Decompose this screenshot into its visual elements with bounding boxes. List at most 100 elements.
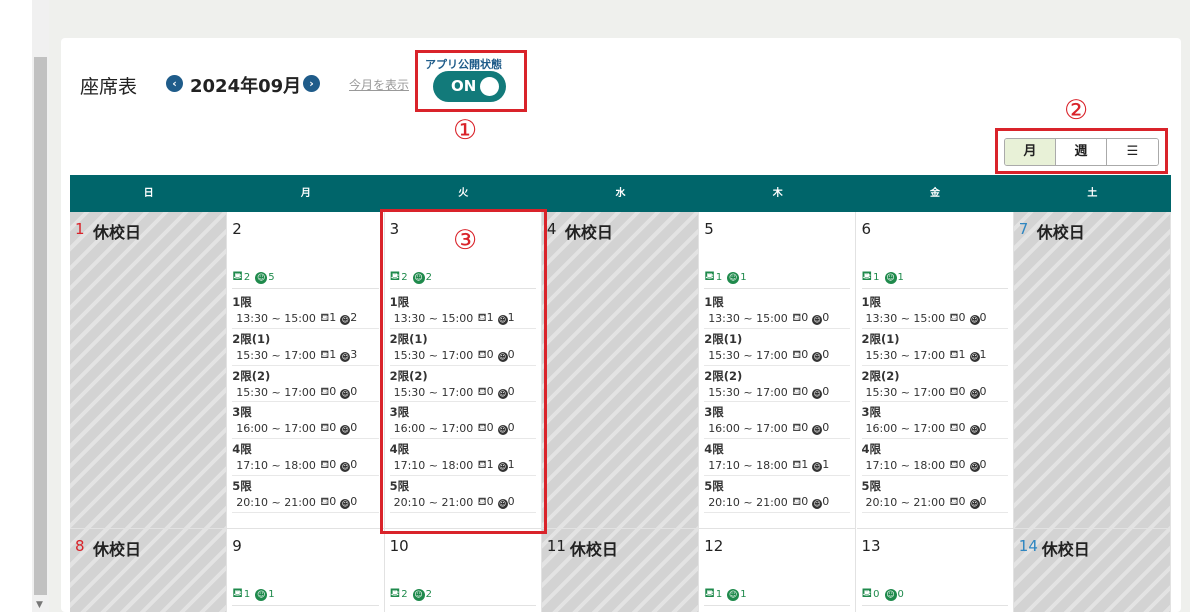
period-row[interactable]: 4限 17:10 ~ 18:00 ⛾1 ☺1 — [704, 439, 851, 476]
day-number: 13 — [861, 537, 881, 555]
period-time: 17:10 ~ 18:00 — [865, 459, 946, 473]
period-row[interactable]: 3限 16:00 ~ 17:00 ⛾0 ☺0 — [704, 402, 851, 440]
seat-count: 1 — [715, 272, 723, 283]
period-row[interactable]: 4限 17:10 ~ 18:00 ⛾0 ☺0 — [861, 439, 1008, 476]
period-time: 15:30 ~ 17:00 — [865, 385, 946, 399]
student-icon: ☺ — [969, 388, 980, 399]
period-student-count: 0 — [979, 421, 987, 435]
view-month-button[interactable]: 月 — [1005, 139, 1056, 165]
period-time: 20:10 ~ 21:00 — [236, 495, 316, 509]
period-row[interactable]: 2限(1) 15:30 ~ 17:00 ⛾1 ☺3 — [232, 329, 379, 366]
calendar-cell[interactable]: 12 ⛾ 1 ☺ 1 — [699, 529, 857, 612]
student-icon: ☺ — [969, 351, 980, 362]
period-row[interactable]: 2限(2) 15:30 ~ 17:00 ⛾0 ☺0 — [704, 366, 851, 403]
student-icon: ☺ — [340, 388, 351, 399]
period-stats: ⛾0 ☺0 — [320, 385, 357, 400]
calendar-cell-holiday[interactable]: 7 休校日 — [1013, 212, 1172, 529]
calendar-cell[interactable]: 13 ⛾ 0 ☺ 0 — [856, 529, 1014, 612]
student-icon: ☺ — [884, 588, 897, 601]
student-icon: ☺ — [812, 498, 823, 509]
calendar-cell[interactable]: 5 ⛾ 1 ☺ 1 1限 13:30 ~ 15:00 ⛾0 ☺0 2限(1) 15:30 ~ 17:… — [699, 212, 857, 529]
period-student-count: 0 — [979, 494, 987, 508]
period-row[interactable]: 1限 13:30 ~ 15:00 ⛾1 ☺2 — [232, 292, 379, 329]
period-seat-count: 1 — [958, 347, 966, 361]
chevron-left-icon[interactable]: ‹ — [166, 75, 183, 92]
scrollbar[interactable]: ▼ — [32, 0, 49, 612]
seat-count: 1 — [873, 272, 880, 283]
day-summary: ⛾ 1 ☺ 1 — [232, 586, 274, 603]
period-row[interactable]: 2限(2) 15:30 ~ 17:00 ⛾0 ☺0 — [861, 366, 1008, 403]
period-seat-count: 0 — [329, 494, 337, 508]
annotation-marker-3: ③ — [453, 225, 478, 256]
seat-icon: ⛾ — [320, 494, 330, 508]
period-time: 15:30 ~ 17:00 — [708, 385, 788, 399]
seat-icon: ⛾ — [949, 458, 959, 472]
calendar-cell-holiday[interactable]: 1 休校日 — [70, 212, 228, 529]
period-row[interactable]: 5限 20:10 ~ 21:00 ⛾0 ☺0 — [232, 476, 379, 513]
period-time: 13:30 ~ 15:00 — [236, 312, 316, 325]
period-stats: ⛾0 ☺0 — [320, 421, 357, 436]
period-row[interactable]: 2限(1) 15:30 ~ 17:00 ⛾0 ☺0 — [704, 329, 851, 366]
calendar-cell-holiday[interactable]: 11 休校日 — [541, 529, 700, 612]
period-stats: ⛾0 ☺0 — [792, 421, 829, 436]
day-number: 11 — [546, 537, 566, 555]
student-count: 1 — [740, 589, 747, 600]
period-time: 15:30 ~ 17:00 — [865, 348, 946, 362]
period-stats: ⛾0 ☺0 — [792, 385, 829, 400]
holiday-label: 休校日 — [93, 540, 142, 559]
app-publish-toggle[interactable]: ON — [433, 71, 506, 102]
view-week-button[interactable]: 週 — [1056, 139, 1107, 165]
period-row[interactable]: 4限 17:10 ~ 18:00 ⛾0 ☺0 — [232, 439, 379, 476]
period-row[interactable]: 3限 16:00 ~ 17:00 ⛾0 ☺0 — [232, 402, 379, 440]
list-icon[interactable]: ☰ — [1107, 139, 1158, 165]
period-student-count: 1 — [822, 458, 830, 472]
period-row[interactable]: 5限 20:10 ~ 21:00 ⛾0 ☺0 — [861, 476, 1008, 513]
scroll-down-icon[interactable]: ▼ — [36, 600, 43, 610]
period-stats: ⛾0 ☺0 — [792, 495, 829, 510]
annotation-marker-2: ② — [1064, 95, 1089, 126]
period-time: 13:30 ~ 15:00 — [865, 312, 946, 325]
day-number: 10 — [389, 537, 409, 555]
chevron-right-icon[interactable]: › — [303, 75, 320, 92]
weekday-sat: 土 — [1087, 188, 1098, 199]
calendar-cell-holiday[interactable]: 14 休校日 — [1013, 529, 1172, 612]
period-row[interactable]: 1限 13:30 ~ 15:00 ⛾0 ☺0 — [704, 292, 851, 329]
seat-icon: ⛾ — [320, 347, 330, 361]
period-row[interactable]: 3限 16:00 ~ 17:00 ⛾0 ☺0 — [861, 402, 1008, 440]
weekday-thu: 木 — [772, 188, 783, 199]
period-student-count: 0 — [979, 384, 987, 398]
period-row[interactable]: 2限(1) 15:30 ~ 17:00 ⛾1 ☺1 — [861, 329, 1008, 366]
calendar-cell[interactable]: 9 ⛾ 1 ☺ 1 — [227, 529, 385, 612]
period-stats: ⛾1 ☺1 — [792, 458, 829, 473]
period-name: 3限 — [232, 405, 252, 420]
summary-divider — [389, 605, 536, 606]
period-time: 16:00 ~ 17:00 — [236, 422, 316, 436]
period-time: 17:10 ~ 18:00 — [236, 459, 316, 473]
period-stats: ⛾0 ☺0 — [950, 495, 987, 510]
period-seat-count: 1 — [329, 311, 337, 324]
toggle-state-text: ON — [451, 77, 477, 95]
period-row[interactable]: 5限 20:10 ~ 21:00 ⛾0 ☺0 — [704, 476, 851, 513]
period-name: 2限(2) — [861, 368, 900, 383]
period-student-count: 2 — [350, 311, 358, 324]
calendar-cell-holiday[interactable]: 4 休校日 — [541, 212, 700, 529]
period-seat-count: 0 — [329, 421, 337, 435]
calendar-cell[interactable]: 10 ⛾ 2 ☺ 2 — [384, 529, 542, 612]
period-row[interactable]: 1限 13:30 ~ 15:00 ⛾0 ☺0 — [861, 292, 1008, 329]
period-row[interactable]: 2限(2) 15:30 ~ 17:00 ⛾0 ☺0 — [232, 366, 379, 403]
calendar-cell[interactable]: 6 ⛾ 1 ☺ 1 1限 13:30 ~ 15:00 ⛾0 ☺0 2限(1) 15:30 ~ 17:… — [856, 212, 1014, 529]
period-student-count: 1 — [979, 347, 987, 361]
annotation-box-3 — [380, 209, 547, 534]
student-icon: ☺ — [340, 462, 351, 473]
student-icon: ☺ — [727, 271, 740, 284]
summary-divider — [232, 605, 379, 606]
period-student-count: 0 — [822, 311, 830, 324]
period-seat-count: 0 — [801, 347, 809, 361]
seat-icon: ⛾ — [792, 421, 802, 435]
calendar-cell[interactable]: 2 ⛾ 2 ☺ 5 1限 13:30 ~ 15:00 ⛾1 ☺2 2限(1) 15:30 ~ 17:… — [227, 212, 385, 529]
period-student-count: 0 — [822, 421, 830, 435]
this-month-link[interactable]: 今月を表示 — [349, 76, 409, 93]
day-summary: ⛾ 2 ☺ 2 — [390, 586, 432, 603]
scrollbar-thumb[interactable] — [34, 57, 47, 595]
calendar-cell-holiday[interactable]: 8 休校日 — [70, 529, 228, 612]
